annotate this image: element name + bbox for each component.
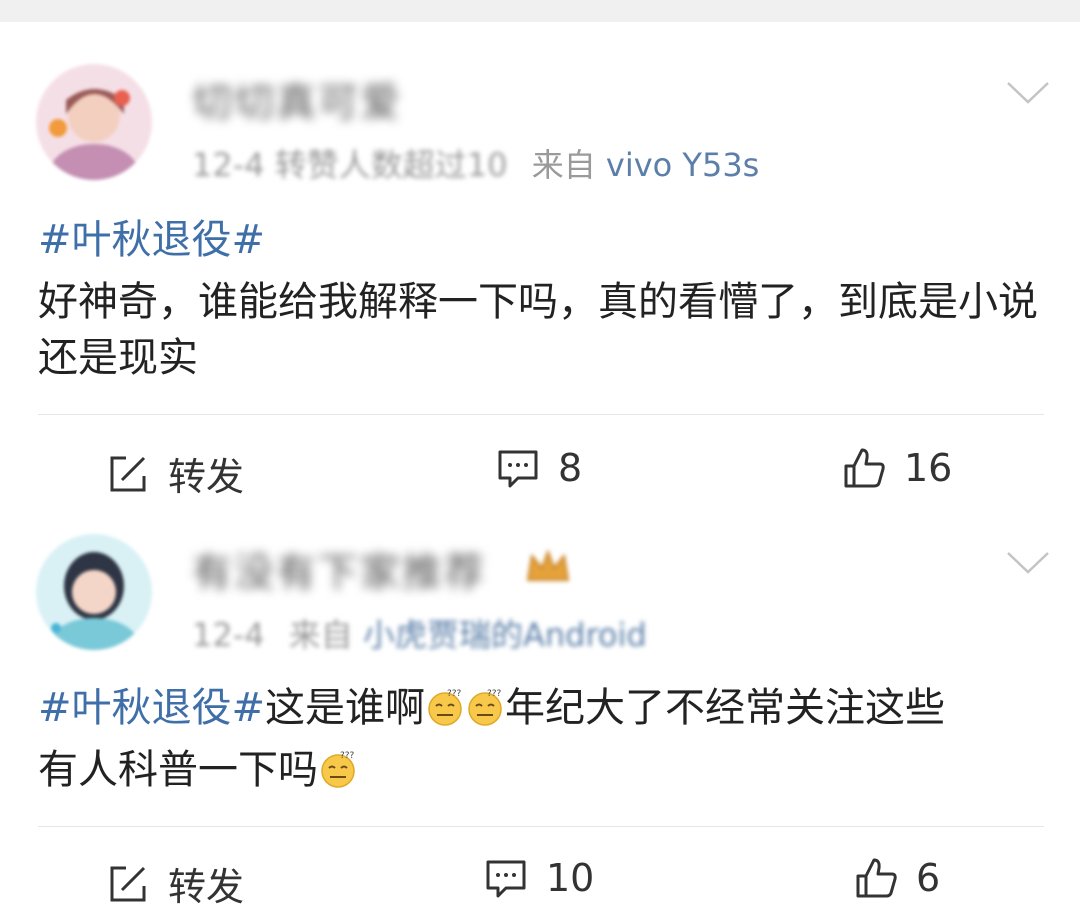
comment-bubble-icon [498,450,538,488]
svg-text:???: ??? [340,751,355,761]
thumbs-up-icon [844,448,885,488]
divider [38,826,1044,827]
post-text: 这是谁啊 [265,685,426,731]
crown-icon [526,549,570,581]
post-text: 年纪大了不经常关注这些 [505,685,946,731]
repost-button[interactable]: 转发 [106,446,244,501]
svg-text:???: ??? [447,689,462,699]
post-date: 12-4 [192,146,265,184]
comment-card: 切切真可爱 12-4 转赞人数超过10 来自 vivo Y53s #叶秋退役# … [0,0,1080,520]
post-meta: 12-4 转赞人数超过10 来自 vivo Y53s [192,140,759,186]
topic-hashtag[interactable]: #叶秋退役# [38,685,265,731]
username-text: 有没有下家推荐 [192,550,486,596]
chevron-down-icon[interactable] [1006,550,1050,576]
post-text: 好神奇，谁能给我解释一下吗，真的看懵了，到底是小说还是现实 [38,279,1038,381]
thinking-sweat-emoji-icon: ??? [321,751,355,788]
avatar[interactable] [36,534,152,650]
like-button[interactable]: 16 [842,446,952,490]
like-count: 16 [904,446,953,490]
comment-button[interactable]: 8 [496,446,582,490]
from-label: 来自 [288,616,353,654]
comment-bubble-icon [486,860,526,898]
post-source[interactable]: vivo Y53s [606,146,759,184]
comment-count: 10 [546,856,595,900]
like-count: 6 [916,856,941,900]
comment-card: 有没有下家推荐 12-4 来自 小虎贾瑞的Android #叶秋退役#这是谁啊 … [0,520,1080,924]
svg-text:???: ??? [487,689,502,699]
thinking-sweat-emoji-icon: ??? [468,689,502,726]
edit-square-icon [110,456,146,491]
edit-square-icon [110,866,146,901]
post-date: 12-4 [192,616,265,654]
thumbs-up-icon [856,858,897,898]
avatar[interactable] [36,64,152,180]
post-line-2: 有人科普一下吗 ??? [38,742,1048,798]
repost-button[interactable]: 转发 [106,856,244,911]
divider [38,414,1044,415]
like-button[interactable]: 6 [854,856,940,900]
from-label: 来自 [531,146,596,184]
topic-hashtag[interactable]: #叶秋退役# [38,212,1048,268]
username[interactable]: 切切真可爱 [192,70,402,128]
comment-button[interactable]: 10 [484,856,594,900]
post-meta: 12-4 来自 小虎贾瑞的Android [192,610,647,656]
comment-count: 8 [558,446,583,490]
repost-badge-text: 转赞人数超过10 [274,146,508,184]
post-source[interactable]: 小虎贾瑞的Android [363,616,647,654]
thinking-sweat-emoji-icon: ??? [428,689,462,726]
post-body: #叶秋退役#这是谁啊 ??? ??? 年纪大了不经常关注这些 有人科普一下吗 ?… [38,680,1048,798]
post-line-1: #叶秋退役#这是谁啊 ??? ??? 年纪大了不经常关注这些 [38,680,1048,736]
repost-label: 转发 [168,455,245,499]
username[interactable]: 有没有下家推荐 [192,540,486,598]
post-body: #叶秋退役# 好神奇，谁能给我解释一下吗，真的看懵了，到底是小说还是现实 [38,212,1048,386]
post-text: 有人科普一下吗 [38,747,318,793]
chevron-down-icon[interactable] [1006,80,1050,106]
repost-label: 转发 [168,865,245,909]
